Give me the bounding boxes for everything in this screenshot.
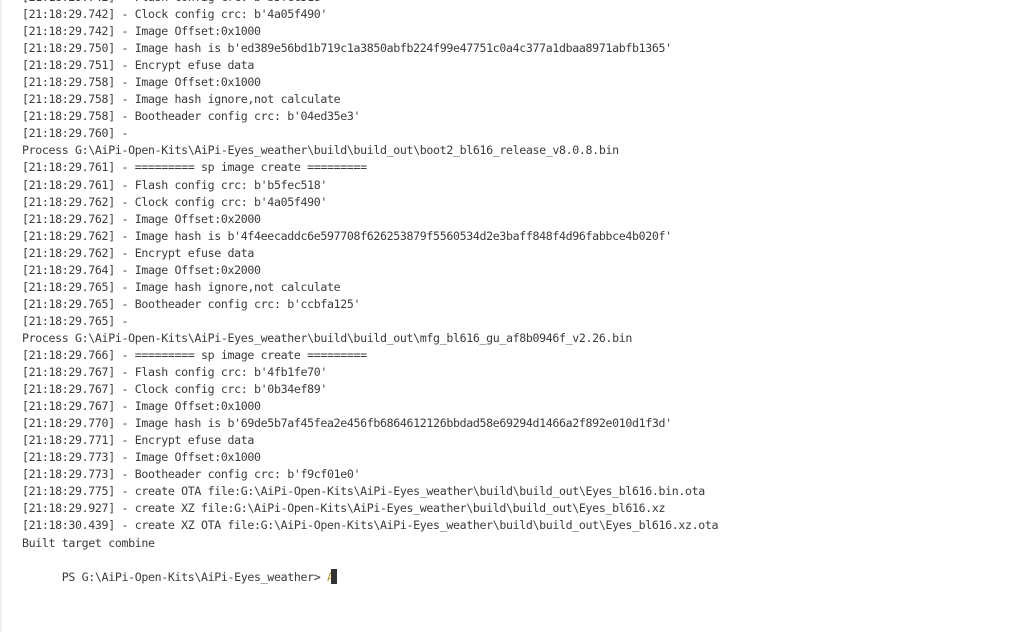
output-line: [21:18:29.767] - Flash config crc: b'4fb… (22, 365, 327, 380)
output-line: [21:18:29.775] - create OTA file:G:\AiPi… (22, 484, 705, 499)
output-lines: [21:18:29.742] - Flash config crc: b'b5f… (22, 0, 719, 552)
output-line: [21:18:29.762] - Encrypt efuse data (22, 245, 255, 260)
output-line: [21:18:29.751] - Encrypt efuse data (22, 58, 255, 73)
output-line: [21:18:29.767] - Clock config crc: b'0b3… (22, 382, 327, 397)
output-line: [21:18:29.771] - Encrypt efuse data (22, 433, 255, 448)
output-line: [21:18:29.773] - Bootheader config crc: … (22, 467, 361, 482)
output-line: Built target combine (22, 535, 155, 550)
output-line: [21:18:29.765] - (22, 313, 129, 328)
output-line: [21:18:29.758] - Bootheader config crc: … (22, 109, 361, 124)
terminal-output: [21:18:29.742] - Flash config crc: b'b5f… (22, 0, 719, 584)
output-line: [21:18:29.750] - Image hash is b'ed389e5… (22, 41, 672, 56)
output-line: [21:18:29.765] - Bootheader config crc: … (22, 296, 361, 311)
output-line: Process G:\AiPi-Open-Kits\AiPi-Eyes_weat… (22, 330, 632, 345)
output-line: [21:18:29.761] - Flash config crc: b'b5f… (22, 177, 327, 192)
output-line: [21:18:29.762] - Image hash is b'4f4eeca… (22, 228, 672, 243)
output-line: [21:18:30.439] - create XZ OTA file:G:\A… (22, 518, 719, 533)
command-prompt-line[interactable]: PS G:\AiPi-Open-Kits\AiPi-Eyes_weather> … (22, 552, 718, 584)
output-line: [21:18:29.758] - Image Offset:0x1000 (22, 75, 261, 90)
output-line: [21:18:29.761] - ========= sp image crea… (22, 160, 367, 175)
output-line: [21:18:29.927] - create XZ file:G:\AiPi-… (22, 501, 666, 516)
output-line: [21:18:29.742] - Clock config crc: b'4a0… (22, 7, 327, 22)
output-line: [21:18:29.742] - Image Offset:0x1000 (22, 24, 261, 39)
output-line: [21:18:29.760] - (22, 126, 129, 141)
text-cursor (330, 568, 337, 584)
panel-edge (0, 0, 2, 632)
prompt-text: PS G:\AiPi-Open-Kits\AiPi-Eyes_weather> (61, 569, 327, 584)
terminal-panel[interactable]: [21:18:29.742] - Flash config crc: b'b5f… (0, 0, 1025, 632)
output-line: [21:18:29.767] - Image Offset:0x1000 (22, 399, 261, 414)
output-line: [21:18:29.762] - Image Offset:0x2000 (22, 211, 261, 226)
output-line: Process G:\AiPi-Open-Kits\AiPi-Eyes_weat… (22, 143, 619, 158)
output-line: [21:18:29.765] - Image hash ignore,not c… (22, 279, 341, 294)
output-line: [21:18:29.762] - Clock config crc: b'4a0… (22, 194, 327, 209)
output-line: [21:18:29.766] - ========= sp image crea… (22, 347, 367, 362)
output-line: [21:18:29.770] - Image hash is b'69de5b7… (22, 416, 672, 431)
output-line: [21:18:29.758] - Image hash ignore,not c… (22, 92, 341, 107)
output-line: [21:18:29.773] - Image Offset:0x1000 (22, 450, 261, 465)
output-line: [21:18:29.764] - Image Offset:0x2000 (22, 262, 261, 277)
